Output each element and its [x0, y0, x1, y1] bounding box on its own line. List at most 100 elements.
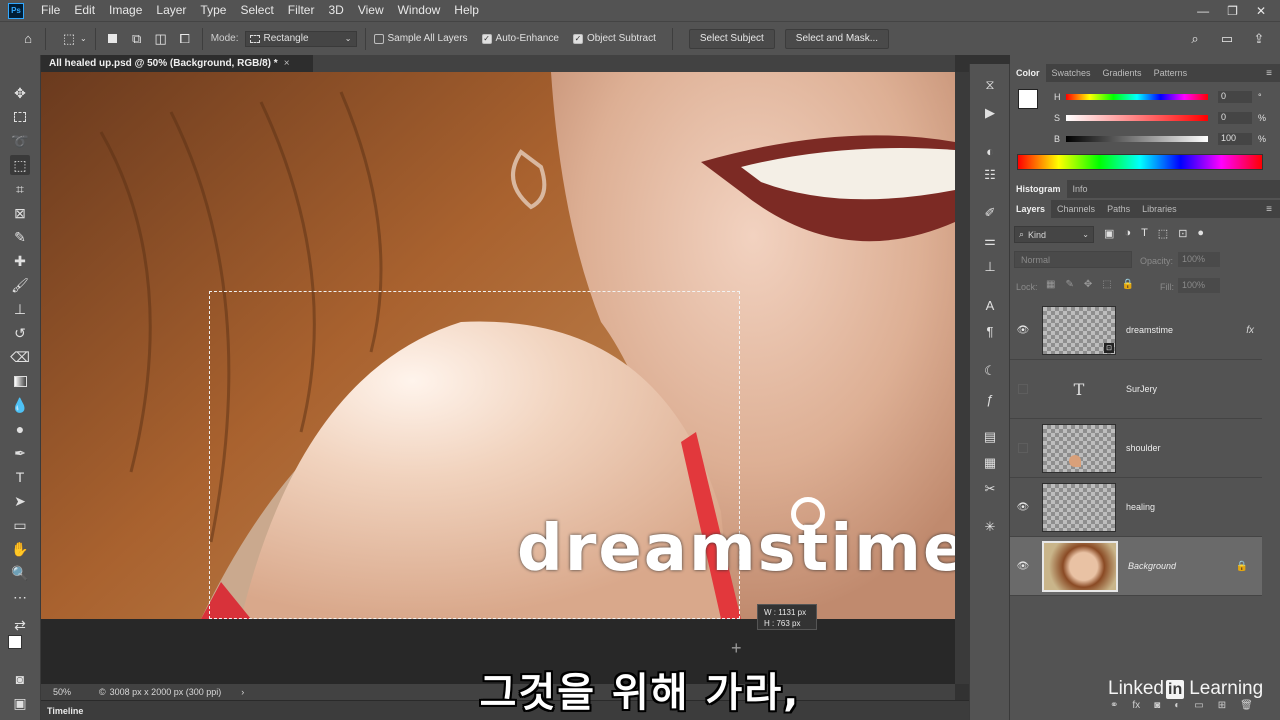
- add-to-selection-icon[interactable]: ⧉: [128, 30, 146, 48]
- layer-row-dreamstime[interactable]: 👁 ⊡ dreamstime fx: [1010, 301, 1262, 360]
- layer-row-background[interactable]: 👁 Background 🔒: [1010, 537, 1262, 596]
- brightness-value[interactable]: 100: [1218, 133, 1252, 145]
- hue-value[interactable]: 0: [1218, 91, 1252, 103]
- menu-select[interactable]: Select: [233, 0, 280, 21]
- brush-tool-icon[interactable]: 🖌: [10, 275, 30, 295]
- eye-icon[interactable]: 👁: [1016, 325, 1030, 336]
- close-window-icon[interactable]: ✕: [1256, 4, 1266, 18]
- 3d-icon[interactable]: ✳: [980, 518, 1000, 536]
- auto-enhance-checkbox[interactable]: ✓: [481, 33, 492, 44]
- lock-position-icon[interactable]: ✥: [1084, 279, 1092, 290]
- close-tab-icon[interactable]: ×: [284, 58, 290, 69]
- restore-icon[interactable]: ❐: [1227, 4, 1238, 18]
- layer-row-surjery[interactable]: T SurJery: [1010, 360, 1262, 419]
- move-tool-icon[interactable]: ✥: [10, 83, 30, 103]
- panel-menu-icon[interactable]: ≡: [1266, 68, 1272, 79]
- blend-mode-select[interactable]: Normal: [1014, 251, 1132, 268]
- photo-canvas[interactable]: dreamstime.c: [41, 72, 955, 619]
- blur-tool-icon[interactable]: 💧: [10, 395, 30, 415]
- gradient-tool-icon[interactable]: [10, 371, 30, 391]
- filter-type-icon[interactable]: T: [1141, 227, 1148, 240]
- mode-select[interactable]: Rectangle ⌄: [244, 30, 357, 47]
- tab-swatches[interactable]: Swatches: [1046, 64, 1097, 82]
- marquee-tool-icon[interactable]: [10, 107, 30, 127]
- workspace-icon[interactable]: ▭: [1218, 30, 1236, 48]
- history-panel-icon[interactable]: ⧖: [980, 76, 1000, 94]
- select-and-mask-button[interactable]: Select and Mask...: [784, 28, 890, 49]
- menu-help[interactable]: Help: [447, 0, 486, 21]
- object-selection-preset-icon[interactable]: ⬚: [60, 30, 78, 48]
- tab-gradients[interactable]: Gradients: [1097, 64, 1148, 82]
- lock-transparent-icon[interactable]: ▦: [1046, 279, 1055, 290]
- hand-tool-icon[interactable]: ✋: [10, 539, 30, 559]
- chevron-down-icon[interactable]: ⌄: [80, 34, 87, 43]
- visibility-toggle-off[interactable]: [1018, 443, 1028, 453]
- paragraph-panel-icon[interactable]: ¶: [980, 322, 1000, 340]
- menu-layer[interactable]: Layer: [149, 0, 193, 21]
- menu-filter[interactable]: Filter: [281, 0, 322, 21]
- layer-row-shoulder[interactable]: shoulder: [1010, 419, 1262, 478]
- menu-image[interactable]: Image: [102, 0, 149, 21]
- filter-shape-icon[interactable]: ⬚: [1158, 227, 1168, 240]
- object-selection-tool-icon[interactable]: ⬚: [10, 155, 30, 175]
- pen-tool-icon[interactable]: ✒: [10, 443, 30, 463]
- minimize-icon[interactable]: —: [1197, 4, 1209, 18]
- eye-icon[interactable]: 👁: [1016, 561, 1030, 572]
- rectangle-tool-icon[interactable]: ▭: [10, 515, 30, 535]
- layer-row-healing[interactable]: 👁 healing: [1010, 478, 1262, 537]
- select-subject-button[interactable]: Select Subject: [688, 28, 775, 49]
- tab-layers[interactable]: Layers: [1010, 200, 1052, 218]
- adjustments-icon[interactable]: ◐: [980, 142, 1000, 160]
- layer-filter-kind-select[interactable]: ⌕ Kind ⌄: [1014, 226, 1094, 243]
- character-panel-icon[interactable]: A: [980, 296, 1000, 314]
- brush-settings-icon[interactable]: ✐: [980, 204, 1000, 222]
- sample-all-layers-checkbox[interactable]: [373, 33, 384, 44]
- brightness-slider[interactable]: [1066, 136, 1208, 142]
- new-selection-icon[interactable]: [104, 30, 122, 48]
- panel-menu-icon[interactable]: ≡: [1266, 204, 1272, 215]
- tab-patterns[interactable]: Patterns: [1148, 64, 1194, 82]
- filter-adjustment-icon[interactable]: ◑: [1124, 227, 1131, 240]
- notes-icon[interactable]: ▦: [980, 454, 1000, 472]
- lock-all-icon[interactable]: 🔒: [1122, 279, 1134, 290]
- hue-slider[interactable]: [1066, 94, 1208, 100]
- menu-type[interactable]: Type: [193, 0, 233, 21]
- tab-channels[interactable]: Channels: [1051, 200, 1101, 218]
- lasso-tool-icon[interactable]: ➰: [10, 131, 30, 151]
- tab-paths[interactable]: Paths: [1101, 200, 1136, 218]
- opacity-value[interactable]: 100%: [1178, 252, 1220, 267]
- frame-tool-icon[interactable]: ⊠: [10, 203, 30, 223]
- saturation-slider[interactable]: [1066, 115, 1208, 121]
- clone-source-icon[interactable]: ⊥: [980, 258, 1000, 276]
- color-spectrum-bar[interactable]: [1017, 154, 1263, 170]
- history-brush-tool-icon[interactable]: ↺: [10, 323, 30, 343]
- zoom-tool-icon[interactable]: 🔍: [10, 563, 30, 583]
- dodge-tool-icon[interactable]: ●: [10, 419, 30, 439]
- tools-icon[interactable]: ✂: [980, 480, 1000, 498]
- saturation-value[interactable]: 0: [1218, 112, 1252, 124]
- menu-3d[interactable]: 3D: [321, 0, 350, 21]
- menu-edit[interactable]: Edit: [67, 0, 102, 21]
- lock-pixels-icon[interactable]: ✎: [1065, 279, 1073, 290]
- document-tab[interactable]: All healed up.psd @ 50% (Background, RGB…: [41, 55, 313, 72]
- path-selection-tool-icon[interactable]: ➤: [10, 491, 30, 511]
- actions-play-icon[interactable]: ▶: [980, 104, 1000, 122]
- color-foreground-swatch[interactable]: [1018, 89, 1038, 109]
- fx-icon[interactable]: ƒ: [980, 390, 1000, 408]
- crop-tool-icon[interactable]: ⌗: [10, 179, 30, 199]
- menu-view[interactable]: View: [351, 0, 391, 21]
- eyedropper-tool-icon[interactable]: ✎: [10, 227, 30, 247]
- tab-info[interactable]: Info: [1067, 180, 1094, 198]
- filter-smart-object-icon[interactable]: ⊡: [1178, 227, 1187, 240]
- tab-color[interactable]: Color: [1010, 64, 1046, 82]
- properties-icon[interactable]: ☷: [980, 166, 1000, 184]
- filter-toggle-icon[interactable]: ●: [1197, 227, 1204, 240]
- canvas-area[interactable]: dreamstime.c W : 1131 px H : 763 px +: [41, 72, 955, 684]
- libraries-icon[interactable]: ▤: [980, 428, 1000, 446]
- lock-artboard-icon[interactable]: ⬚: [1102, 279, 1111, 290]
- fill-value[interactable]: 100%: [1178, 278, 1220, 293]
- intersect-selection-icon[interactable]: ⧠: [176, 30, 194, 48]
- type-tool-icon[interactable]: T: [10, 467, 30, 487]
- search-icon[interactable]: ⌕: [1186, 30, 1204, 48]
- tab-histogram[interactable]: Histogram: [1010, 180, 1067, 198]
